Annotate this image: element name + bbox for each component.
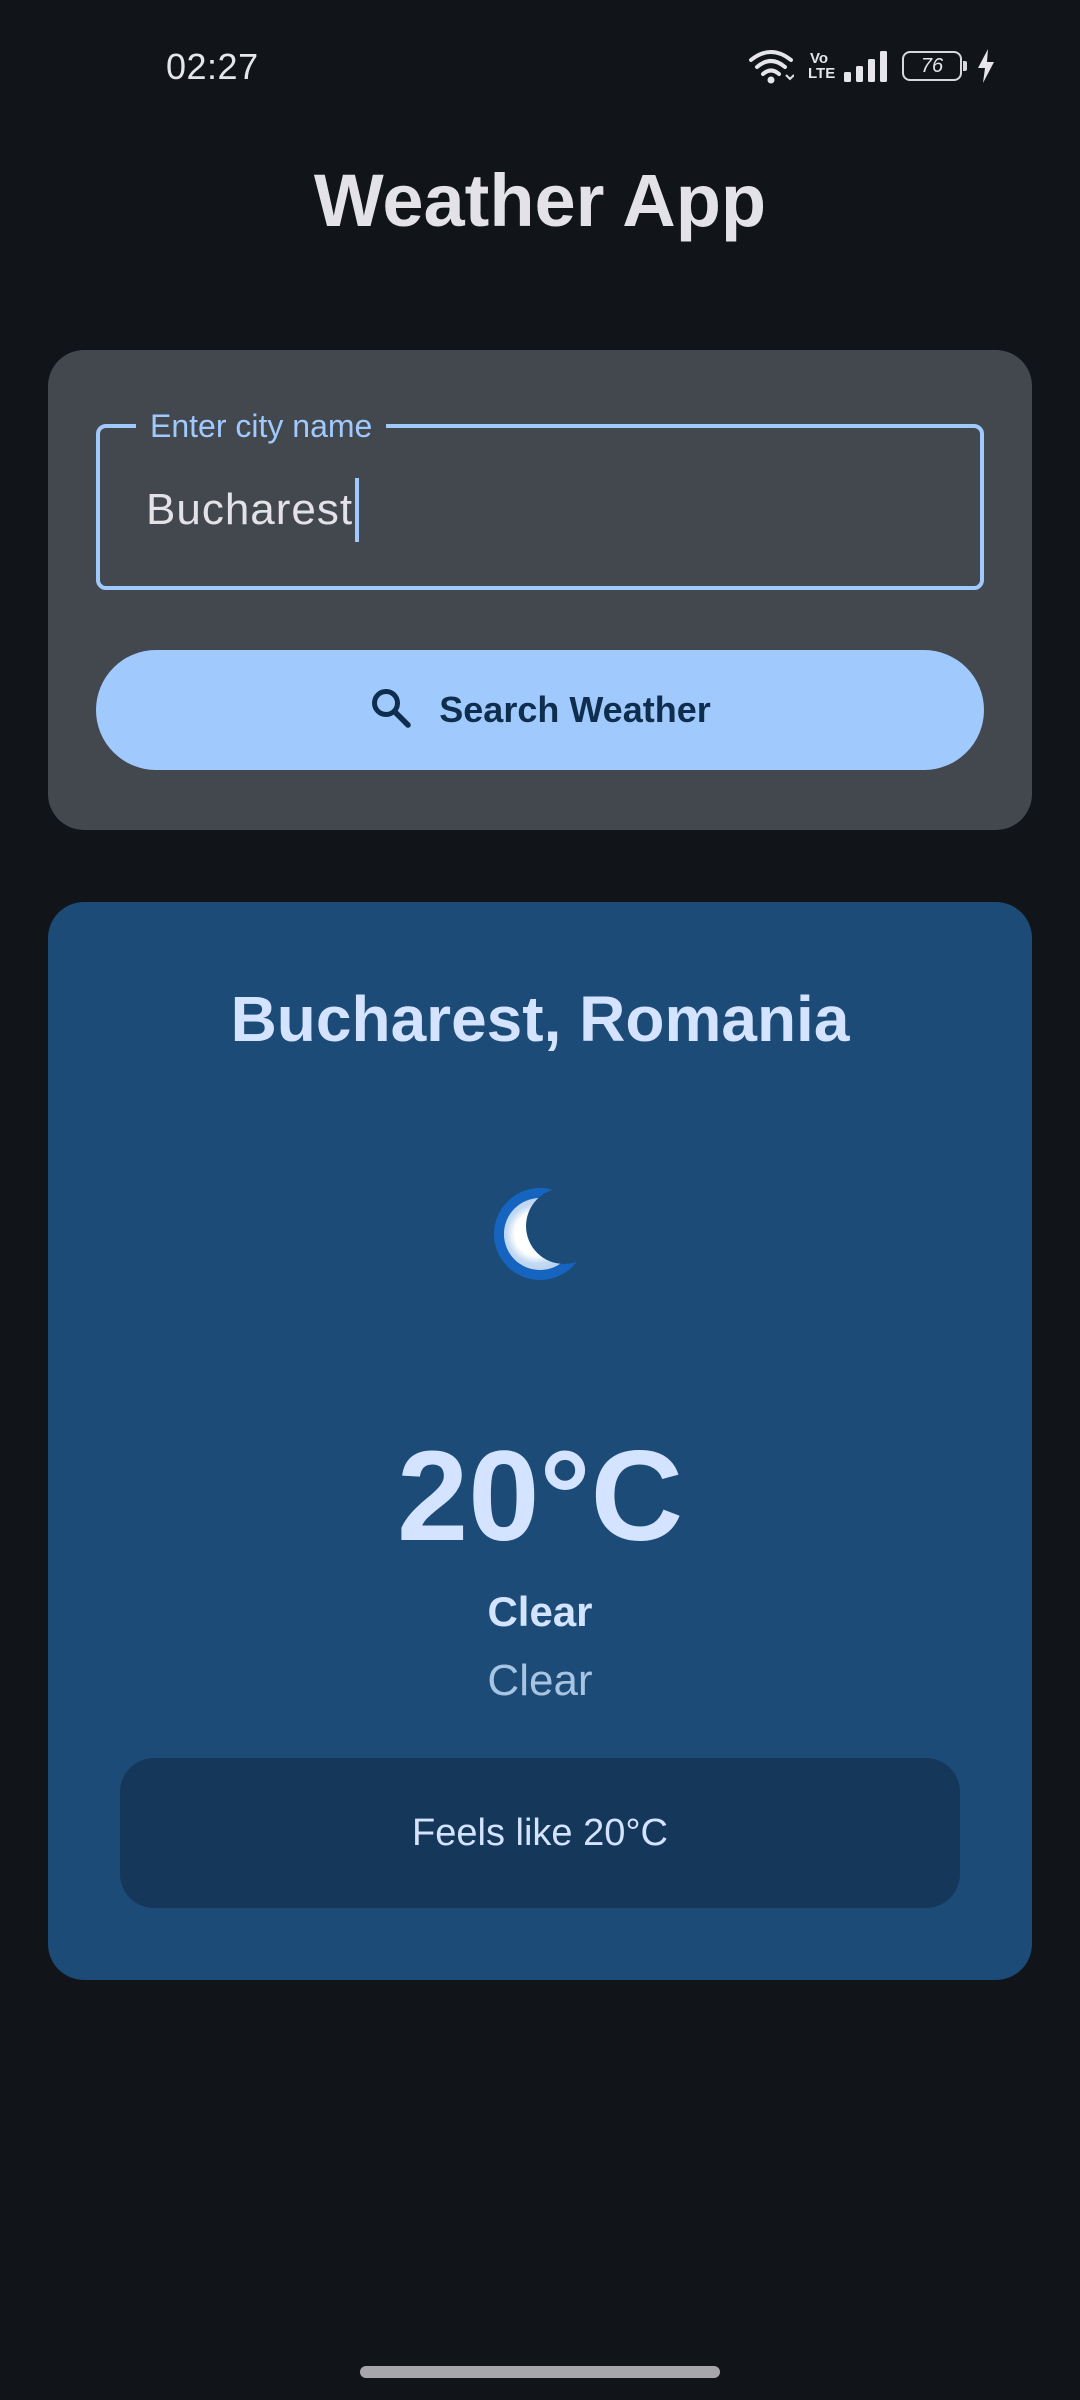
status-icons: Vo LTE 76 <box>748 44 996 88</box>
battery-icon: 76 <box>902 51 967 81</box>
condition-description: Clear <box>487 1656 593 1705</box>
feels-like-text: Feels like 20°C <box>412 1811 668 1854</box>
home-indicator[interactable] <box>360 2366 720 2378</box>
condition-main: Clear <box>487 1588 593 1635</box>
volte-top: Vo <box>809 50 829 67</box>
city-input-field[interactable]: Enter city name Bucharest <box>96 406 984 590</box>
search-weather-button[interactable]: Search Weather <box>96 650 984 770</box>
battery-level: 76 <box>920 55 944 77</box>
search-icon <box>369 686 413 735</box>
status-bar: 02:27 Vo LTE 76 <box>0 0 1080 136</box>
volte-bottom: LTE <box>808 65 836 82</box>
signal-icon <box>844 50 888 82</box>
wifi-icon <box>748 48 794 84</box>
location-name: Bucharest, Romania <box>230 983 850 1055</box>
temperature: 20°C <box>397 1425 683 1568</box>
weather-card: Bucharest, Romania 20°C Clear Clear Feel… <box>48 902 1032 1980</box>
status-time: 02:27 <box>166 46 259 87</box>
volte-icon: Vo LTE <box>808 50 836 82</box>
app-title: Weather App <box>313 159 767 242</box>
city-input-label: Enter city name <box>136 406 387 446</box>
text-cursor <box>355 478 360 542</box>
charging-icon <box>976 49 996 83</box>
moon-icon <box>488 1182 592 1286</box>
city-input[interactable]: Bucharest <box>146 478 360 542</box>
feels-like-box: Feels like 20°C <box>120 1758 960 1908</box>
city-input-value: Bucharest <box>146 485 354 534</box>
search-card: Enter city name Bucharest Search Weather <box>48 350 1032 830</box>
search-button-label: Search Weather <box>439 689 711 730</box>
